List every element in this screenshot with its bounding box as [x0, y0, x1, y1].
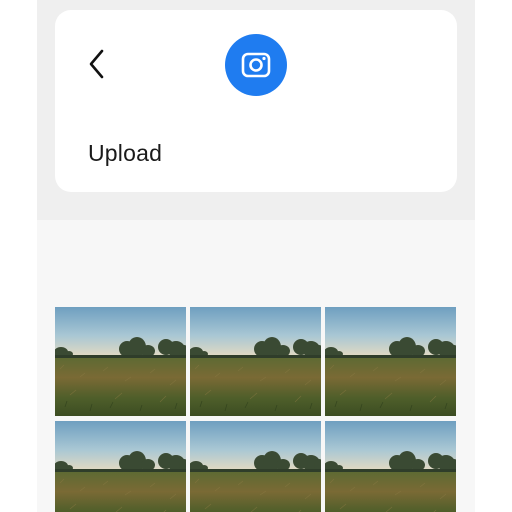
photo-thumbnail[interactable]: [190, 421, 321, 512]
landscape-photo: [55, 307, 186, 416]
photo-thumbnail[interactable]: [190, 307, 321, 416]
photo-thumbnail[interactable]: [325, 307, 456, 416]
landscape-photo: [55, 421, 186, 512]
upload-screen: Upload: [37, 0, 475, 512]
camera-icon: [241, 52, 271, 78]
header-card: Upload: [55, 10, 457, 192]
camera-button[interactable]: [225, 34, 287, 96]
landscape-photo: [190, 307, 321, 416]
screen: Upload: [0, 0, 512, 512]
photo-grid: [55, 307, 457, 512]
landscape-photo: [325, 307, 456, 416]
photo-thumbnail[interactable]: [55, 307, 186, 416]
photo-thumbnail[interactable]: [325, 421, 456, 512]
landscape-photo: [190, 421, 321, 512]
upload-title: Upload: [88, 140, 163, 166]
photo-thumbnail[interactable]: [55, 421, 186, 512]
back-button[interactable]: [81, 46, 113, 82]
chevron-left-icon: [89, 49, 104, 79]
landscape-photo: [325, 421, 456, 512]
